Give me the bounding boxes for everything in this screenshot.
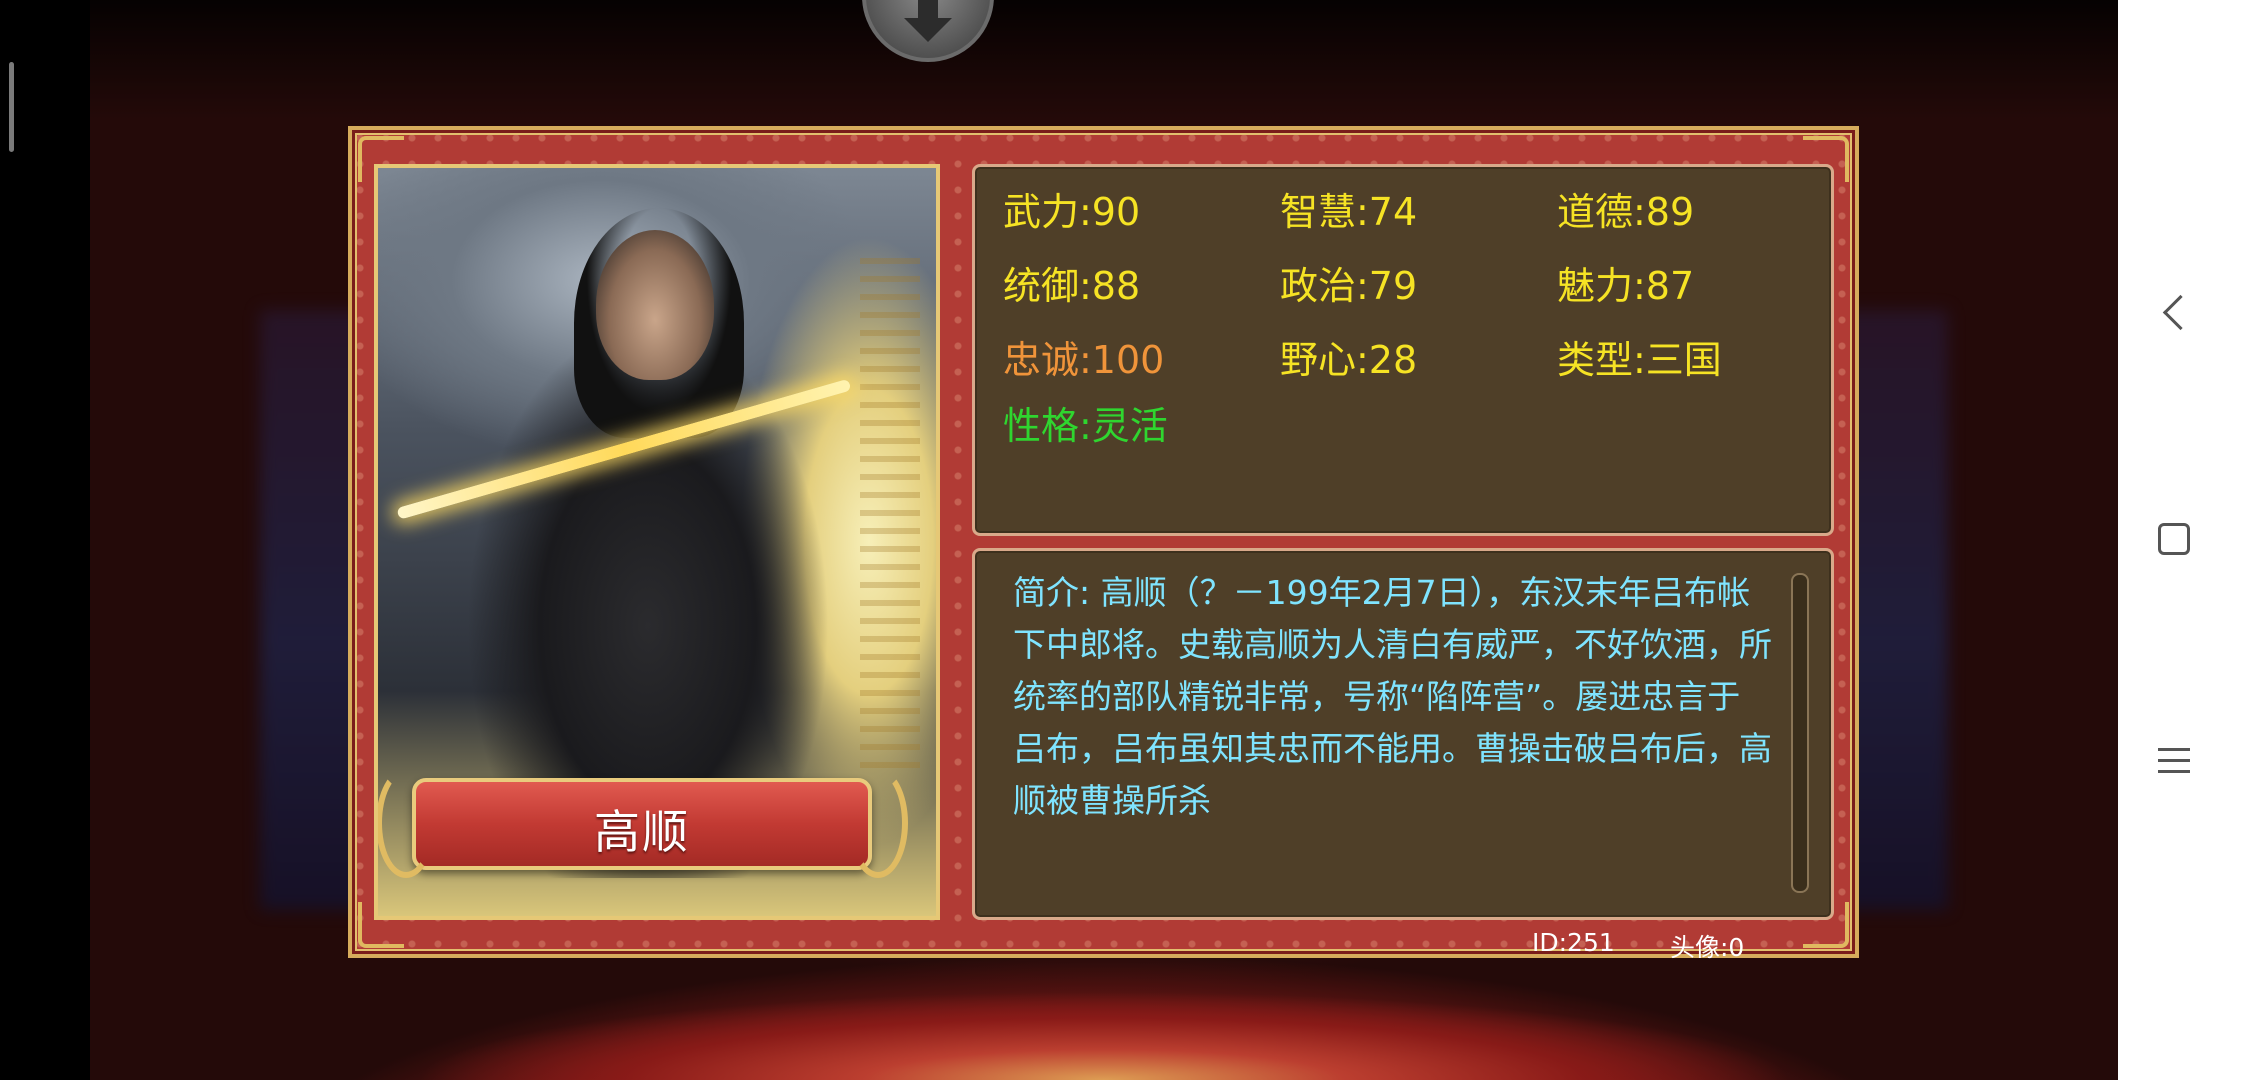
portrait-figure-head: [596, 230, 714, 380]
stat-zhongcheng: 忠诚:100: [1003, 338, 1165, 382]
down-arrow-icon-stem: [918, 0, 938, 20]
edge-handle[interactable]: [9, 62, 14, 152]
portrait-calligraphy-scroll: [860, 258, 920, 778]
general-info-panel: 高顺 武力:90 智慧:74 道德:89 统御:88 政治:79 魅力:87 忠…: [348, 126, 1859, 962]
stat-yexin: 野心:28: [1280, 338, 1418, 382]
name-banner: 高顺: [378, 768, 908, 878]
down-arrow-icon: [904, 18, 952, 42]
floor-carpet: [420, 970, 1788, 1080]
general-id: ID:251: [1532, 928, 1615, 957]
stat-meili: 魅力:87: [1557, 264, 1695, 308]
avatar-index: 头像:0: [1670, 933, 1745, 962]
stat-wuli: 武力:90: [1003, 190, 1141, 234]
description-text: 简介: 高顺（？－199年2月7日），东汉末年吕布帐下中郎将。史载高顺为人清白有…: [1013, 573, 1772, 820]
system-nav-bar: [2118, 0, 2248, 1080]
description-scrollbar[interactable]: [1791, 573, 1809, 893]
menu-lines-icon[interactable]: [2158, 748, 2190, 774]
stat-xingge: 性格:灵活: [1003, 404, 1168, 448]
back-chevron-icon[interactable]: [2162, 294, 2199, 331]
stat-zhengzhi: 政治:79: [1280, 264, 1418, 308]
stat-leixing: 类型:三国: [1557, 338, 1722, 382]
description-box[interactable]: 简介: 高顺（？－199年2月7日），东汉末年吕布帐下中郎将。史载高顺为人清白有…: [972, 548, 1834, 920]
stats-box: 武力:90 智慧:74 道德:89 统御:88 政治:79 魅力:87 忠诚:1…: [972, 164, 1834, 536]
general-portrait: 高顺: [374, 164, 940, 920]
home-square-icon[interactable]: [2158, 523, 2190, 555]
left-system-strip: [0, 0, 90, 1080]
general-name: 高顺: [594, 805, 690, 859]
stat-zhihui: 智慧:74: [1280, 190, 1418, 234]
stat-daode: 道德:89: [1557, 190, 1695, 234]
stat-tongyu: 统御:88: [1003, 264, 1141, 308]
